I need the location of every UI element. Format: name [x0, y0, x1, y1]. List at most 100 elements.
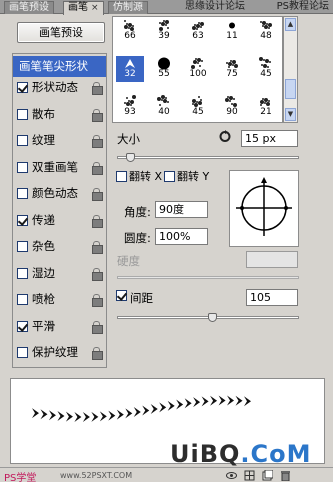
tab-brush-presets[interactable]: 画笔预设 [4, 1, 54, 14]
option-checkbox[interactable] [17, 347, 28, 358]
option-checkbox[interactable] [17, 241, 28, 252]
scroll-down-icon[interactable]: ▼ [285, 108, 296, 121]
roundness-field[interactable]: 100% [155, 228, 208, 245]
brush-tip[interactable]: 55 [150, 56, 178, 82]
brush-size-label: 21 [260, 107, 272, 117]
spacing-slider-thumb[interactable] [207, 313, 217, 322]
option-item[interactable]: 杂色 [13, 236, 106, 257]
lock-icon[interactable] [92, 188, 103, 201]
brush-size-label: 32 [124, 69, 136, 79]
brush-tip[interactable]: 48 [252, 18, 280, 44]
size-label: 大小 [117, 132, 140, 146]
tab-clone-source[interactable]: 仿制源 [108, 1, 148, 14]
spacing-field[interactable]: 105 [246, 289, 298, 306]
chevron-mark [235, 395, 243, 406]
new-brush-icon[interactable] [262, 470, 273, 481]
option-item[interactable]: 平滑 [13, 316, 106, 337]
brush-tip[interactable]: 21 [252, 94, 280, 120]
chevron-mark [210, 395, 218, 406]
option-item[interactable]: 双重画笔 [13, 157, 106, 178]
option-checkbox[interactable] [17, 267, 28, 279]
lock-icon[interactable] [92, 135, 103, 148]
brush-grid-scrollbar[interactable]: ▲ ▼ [283, 16, 298, 123]
brush-tip[interactable]: 66 [116, 18, 144, 44]
size-slider-track[interactable] [117, 156, 299, 159]
chevron-mark [133, 406, 141, 417]
brush-tip[interactable]: 45 [184, 94, 212, 120]
chevron-mark [218, 395, 226, 406]
chevron-mark [74, 411, 82, 422]
option-checkbox[interactable] [17, 188, 28, 199]
chevron-mark [142, 405, 150, 416]
brush-tip[interactable]: 93 [116, 94, 144, 120]
option-checkbox[interactable] [17, 161, 28, 173]
option-item[interactable]: 散布 [13, 104, 106, 125]
option-checkbox[interactable] [17, 320, 28, 332]
brush-tip[interactable]: 100 [184, 56, 212, 82]
option-label: 保护纹理 [32, 345, 78, 359]
chevron-mark [65, 411, 73, 422]
option-item[interactable]: 传递 [13, 210, 106, 231]
option-item[interactable]: 颜色动态 [13, 183, 106, 204]
brush-presets-button[interactable]: 画笔预设 [17, 22, 105, 43]
flip-y-checkbox[interactable]: 翻转 Y [164, 170, 209, 183]
close-icon[interactable]: × [91, 3, 99, 13]
size-field[interactable]: 15 px [241, 130, 298, 147]
brush-tip[interactable]: 90 [218, 94, 246, 120]
angle-crosshair-icon[interactable] [230, 171, 298, 246]
size-slider-thumb[interactable] [125, 153, 135, 162]
option-checkbox[interactable] [17, 214, 28, 226]
brush-size-label: 45 [192, 107, 204, 117]
grid-icon[interactable] [244, 470, 255, 481]
brush-tip[interactable]: 75 [218, 56, 246, 82]
flip-x-checkbox[interactable]: 翻转 X [116, 170, 162, 183]
brush-tip-grid[interactable]: 66 39 63 11 48 32 55 100 75 45 93 40 45 90 21 [112, 16, 283, 123]
option-checkbox[interactable] [17, 108, 28, 120]
brush-tip[interactable]: 45 [252, 56, 280, 82]
hardness-slider-track [117, 276, 299, 279]
lock-icon[interactable] [92, 294, 103, 307]
scroll-thumb[interactable] [285, 79, 296, 99]
lock-icon[interactable] [92, 347, 103, 360]
chevron-mark [116, 409, 124, 420]
option-item[interactable]: 保护纹理 [13, 342, 106, 363]
option-item[interactable]: 湿边 [13, 263, 106, 284]
trash-icon[interactable] [280, 470, 291, 481]
option-checkbox[interactable] [17, 294, 28, 305]
brush-tip[interactable]: 11 [218, 18, 246, 44]
option-checkbox[interactable] [17, 135, 28, 146]
lock-icon[interactable] [92, 320, 103, 334]
angle-field[interactable]: 90度 [155, 201, 208, 218]
brush-tip[interactable]: 63 [184, 18, 212, 44]
flip-y-label: 翻转 Y [177, 170, 210, 183]
roundness-label: 圆度: [124, 231, 151, 245]
brush-tip[interactable]: 40 [150, 94, 178, 120]
option-brush-tip-shape[interactable]: 画笔笔尖形状 [13, 56, 106, 77]
angle-label: 角度: [124, 205, 151, 219]
reset-size-icon[interactable] [219, 130, 231, 142]
chevron-mark [125, 408, 133, 419]
scroll-up-icon[interactable]: ▲ [285, 18, 296, 31]
brush-tip[interactable]: 39 [150, 18, 178, 44]
lock-icon[interactable] [92, 241, 103, 254]
option-label: 画笔笔尖形状 [19, 59, 88, 73]
option-item[interactable]: 纹理 [13, 130, 106, 151]
footer-url: www.52PSXT.COM [60, 471, 133, 480]
lock-icon[interactable] [92, 82, 103, 95]
lock-icon[interactable] [92, 214, 103, 228]
chevron-mark [244, 396, 251, 407]
lock-icon[interactable] [92, 267, 103, 281]
option-item[interactable]: 形状动态 [13, 77, 106, 98]
brush-tip[interactable]: 32 [116, 56, 144, 82]
option-item[interactable]: 喷枪 [13, 289, 106, 310]
spacing-checkbox[interactable] [116, 290, 127, 301]
tab-brush[interactable]: 画笔 × [63, 1, 104, 15]
lock-icon[interactable] [92, 161, 103, 175]
flip-y-box[interactable] [164, 171, 175, 182]
flip-x-box[interactable] [116, 171, 127, 182]
chevron-mark [48, 410, 56, 421]
eye-icon[interactable] [226, 470, 237, 481]
angle-roundness-widget[interactable] [229, 170, 299, 247]
option-checkbox[interactable] [17, 82, 28, 93]
lock-icon[interactable] [92, 108, 103, 122]
